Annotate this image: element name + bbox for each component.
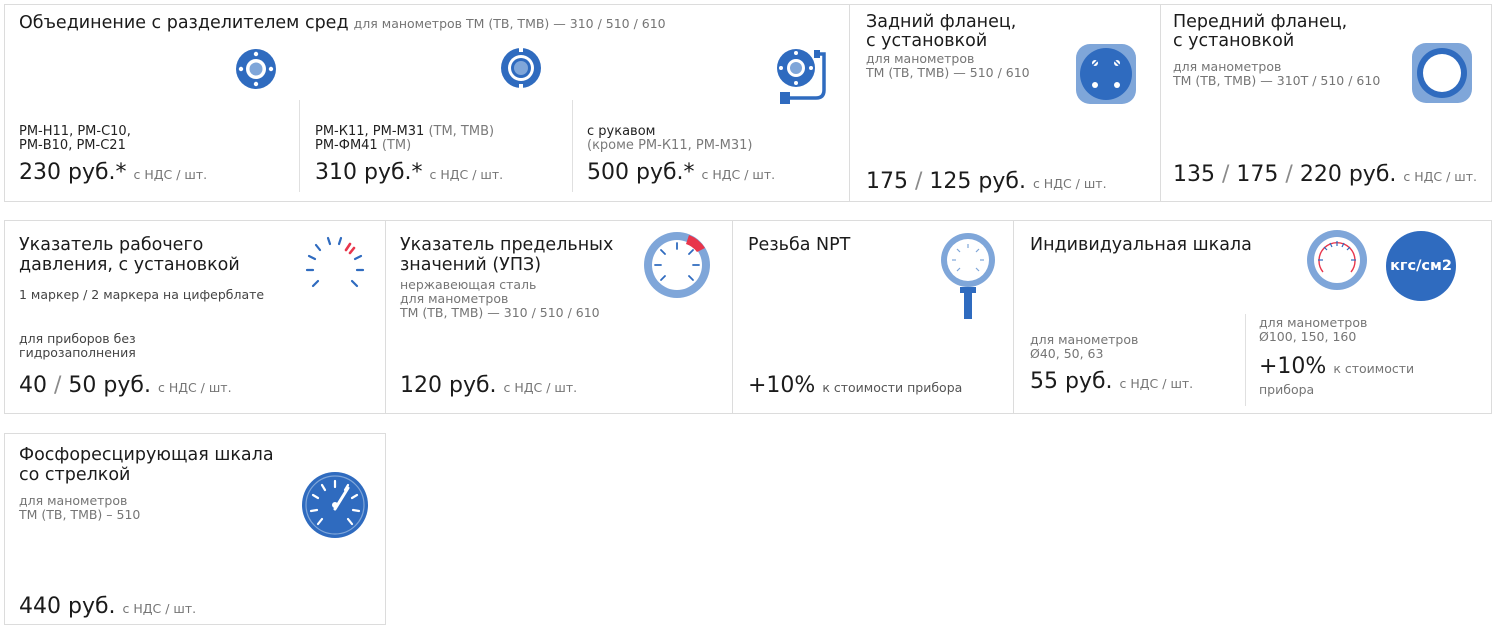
rear-flange-sub-2: ТМ (ТВ, ТМВ) — 510 / 610 [866, 65, 1030, 80]
union-col3-line1: с рукавом [587, 124, 656, 139]
union-col2-unit: с НДС / шт. [429, 167, 504, 182]
unit-badge-label: кгс/см2 [1390, 258, 1452, 274]
working-pointer-note-1: для приборов без [19, 331, 136, 346]
union-col3-unit: с НДС / шт. [701, 167, 776, 182]
unit-badge: кгс/см2 [1386, 231, 1456, 301]
limit-pointer-sub-3: ТМ (ТВ, ТМВ) — 310 / 510 / 610 [400, 305, 600, 320]
union-col1-price: 230 руб.* [19, 160, 127, 185]
working-pointer-note-2: гидрозаполнения [19, 345, 136, 360]
custom-scale-left-sub-1: для манометров [1030, 332, 1139, 347]
union-col1-unit: с НДС / шт. [133, 167, 208, 182]
limit-pointer-price: 120 руб. [400, 373, 497, 398]
flange-round-icon [236, 49, 276, 89]
custom-scale-divider [1245, 314, 1246, 406]
working-pointer-price-b: 50 руб. [68, 373, 151, 398]
working-pointer-title-2: давления, с установкой [19, 255, 240, 275]
custom-scale-right-unit-1: к стоимости [1333, 361, 1415, 376]
front-flange-icon [1412, 43, 1472, 103]
custom-scale-right-unit-2: прибора [1259, 382, 1315, 397]
custom-scale-left-price: 55 руб. [1030, 369, 1113, 394]
rear-flange-slash: / [915, 169, 923, 194]
phosphor-title-1: Фосфоресцирующая шкала [19, 445, 274, 465]
union-divider-1 [299, 100, 300, 192]
union-title: Объединение с разделителем сред [19, 13, 349, 33]
limit-gauge-icon [644, 232, 710, 298]
phosphor-sub-2: ТМ (ТВ, ТМВ) – 510 [19, 507, 141, 522]
front-flange-title-2: с установкой [1173, 31, 1295, 51]
npt-unit: к стоимости прибора [822, 380, 963, 395]
custom-scale-right-sub-2: Ø100, 150, 160 [1259, 329, 1357, 344]
front-flange-sub-1: для манометров [1173, 59, 1282, 74]
custom-scale-right-price: +10% [1259, 354, 1327, 379]
union-col2-line2: РМ-ФМ41 [315, 138, 378, 153]
npt-price: +10% [748, 373, 816, 398]
limit-pointer-title-1: Указатель предельных [400, 235, 614, 255]
limit-pointer-sub-2: для манометров [400, 291, 509, 306]
working-pointer-unit: с НДС / шт. [157, 380, 232, 395]
rear-flange-sub-1: для манометров [866, 51, 975, 66]
front-flange-title-1: Передний фланец, [1173, 12, 1348, 32]
rear-flange-price-b: 125 руб. [929, 169, 1026, 194]
gauge-markers-icon [305, 236, 365, 288]
rear-flange-price-a: 175 [866, 169, 908, 194]
union-col2-line2-note: (ТМ) [381, 138, 412, 153]
union-col2-line1: РМ-К11, РМ-М31 [315, 124, 425, 139]
custom-scale-left-unit: с НДС / шт. [1119, 376, 1194, 391]
phosphor-dial-icon [302, 472, 368, 538]
flange-nut-icon [501, 47, 541, 89]
custom-scale-title: Индивидуальная шкала [1030, 235, 1252, 255]
limit-pointer-sub-1: нержавеющая сталь [400, 277, 537, 292]
rear-flange-title-1: Задний фланец, [866, 12, 1017, 32]
front-flange-price-c: 220 руб. [1299, 162, 1397, 187]
front-flange-slash-2: / [1285, 162, 1293, 187]
union-col1-line1: РМ-Н11, РМ-С10, [19, 124, 131, 139]
union-col3-price: 500 руб.* [587, 160, 695, 185]
working-pointer-sub: 1 маркер / 2 маркера на циферблате [19, 287, 265, 302]
union-col3-line2: (кроме РМ-К11, РМ-М31) [587, 138, 753, 153]
npt-gauge-icon [941, 233, 995, 319]
phosphor-title-2: со стрелкой [19, 465, 131, 485]
rear-flange-unit: с НДС / шт. [1032, 176, 1107, 191]
custom-dial-icon [1307, 230, 1367, 290]
front-flange-price-b: 175 [1236, 162, 1279, 187]
flange-hose-icon [777, 49, 826, 104]
limit-pointer-title-2: значений (УПЗ) [400, 255, 542, 275]
rear-flange-title-2: с установкой [866, 31, 988, 51]
working-pointer-title-1: Указатель рабочего [19, 235, 204, 255]
union-col1-line2: РМ-В10, РМ-С21 [19, 138, 126, 153]
limit-pointer-unit: с НДС / шт. [503, 380, 578, 395]
union-col2-price: 310 руб.* [315, 160, 423, 185]
custom-scale-left-sub-2: Ø40, 50, 63 [1030, 346, 1104, 361]
front-flange-price-a: 135 [1173, 162, 1215, 187]
union-divider-2 [572, 100, 573, 192]
npt-title: Резьба NPT [748, 235, 851, 255]
front-flange-unit: с НДС / шт. [1403, 169, 1477, 184]
working-pointer-slash: / [54, 373, 62, 398]
phosphor-unit: с НДС / шт. [122, 601, 197, 616]
working-pointer-price-a: 40 [19, 373, 47, 398]
union-subtitle: для манометров ТМ (ТВ, ТМВ) — 310 / 510 … [353, 16, 666, 31]
front-flange-slash-1: / [1222, 162, 1230, 187]
phosphor-sub-1: для манометров [19, 493, 128, 508]
phosphor-price: 440 руб. [19, 594, 116, 619]
union-col2-line1-note: (ТМ, ТМВ) [428, 124, 495, 139]
front-flange-sub-2: ТМ (ТВ, ТМВ) — 310Т / 510 / 610 [1173, 73, 1381, 88]
custom-scale-right-sub-1: для манометров [1259, 315, 1368, 330]
rear-flange-icon [1076, 44, 1136, 104]
